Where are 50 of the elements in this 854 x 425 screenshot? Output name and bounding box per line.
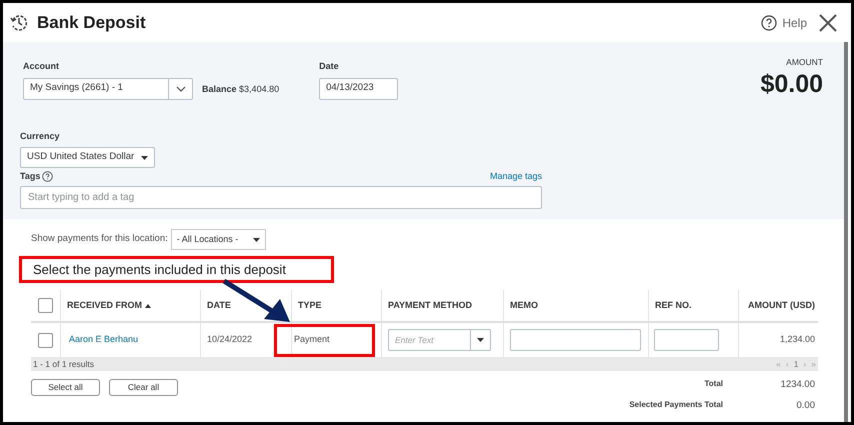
- help-icon[interactable]: [42, 171, 54, 182]
- total-value: 1234.00: [780, 378, 815, 392]
- history-icon: [9, 12, 29, 32]
- column-header[interactable]: REF NO.: [648, 290, 738, 321]
- scrollbar[interactable]: [844, 42, 848, 422]
- filter-label: Show payments for this location:: [31, 232, 168, 246]
- ref-no-field[interactable]: [654, 329, 719, 351]
- date-field[interactable]: 04/13/2023: [319, 78, 398, 100]
- table-cell-text: Payment: [294, 333, 330, 346]
- tags-field[interactable]: Start typing to add a tag: [20, 186, 542, 208]
- total-label: Total: [704, 378, 723, 390]
- table-button[interactable]: Select all: [31, 379, 100, 396]
- chevron-down-icon: [176, 86, 186, 92]
- total-value: 0.00: [796, 399, 815, 414]
- checkbox[interactable]: [38, 298, 53, 313]
- column-header[interactable]: TYPE: [291, 290, 381, 321]
- amount-label: AMOUNT: [786, 56, 823, 69]
- column-header[interactable]: DATE: [200, 290, 291, 321]
- help-button[interactable]: Help: [761, 14, 807, 32]
- column-header[interactable]: MEMO: [503, 290, 648, 321]
- close-icon[interactable]: [819, 14, 837, 32]
- sort-up-icon: [145, 304, 152, 308]
- location-dropdown[interactable]: - All Locations -: [170, 229, 266, 250]
- column-header[interactable]: RECEIVED FROM: [60, 290, 200, 321]
- section-heading: Select the payments included in this deposit: [33, 260, 286, 279]
- balance-text: Balance $3,404.80: [202, 83, 280, 96]
- field-label: Tags: [20, 170, 40, 183]
- table-button[interactable]: Clear all: [109, 379, 178, 396]
- table-cell-text: 1,234.00: [780, 333, 815, 346]
- caret-icon: [477, 338, 484, 342]
- caret-icon: [141, 156, 148, 160]
- column-header[interactable]: AMOUNT (USD): [738, 290, 818, 321]
- memo-field[interactable]: [510, 329, 641, 351]
- checkbox[interactable]: [38, 332, 53, 348]
- results-count: 1 - 1 of 1 results: [33, 358, 94, 370]
- field-label: Date: [319, 60, 340, 73]
- field-label: Currency: [20, 130, 61, 143]
- customer-link[interactable]: Aaron E Berhanu: [69, 333, 138, 347]
- caret-icon: [252, 238, 260, 242]
- field-label: Account: [23, 60, 60, 73]
- manage-tags-link[interactable]: Manage tags: [490, 170, 542, 184]
- total-label: Selected Payments Total: [629, 399, 723, 412]
- window-title: Bank Deposit: [37, 12, 146, 34]
- currency-dropdown[interactable]: USD United States Dollar: [20, 147, 155, 168]
- amount-value: $0.00: [760, 68, 823, 99]
- account-dropdown[interactable]: My Savings (2661) - 1: [23, 78, 193, 100]
- column-header[interactable]: PAYMENT METHOD: [381, 290, 503, 321]
- pagination-control[interactable]: 1: [794, 358, 798, 370]
- table-cell-text: 10/24/2022: [207, 333, 252, 346]
- help-icon: [761, 14, 778, 30]
